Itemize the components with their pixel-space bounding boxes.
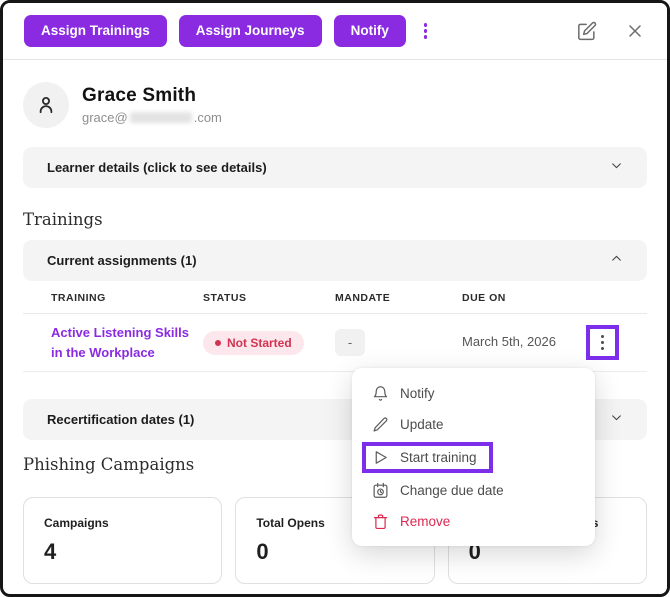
card-label: Campaigns (44, 516, 201, 530)
toolbar: Assign Trainings Assign Journeys Notify (3, 3, 667, 60)
menu-item-notify[interactable]: Notify (352, 378, 595, 409)
table-row: Active Listening Skills in the Workplace… (23, 314, 647, 372)
edit-icon[interactable] (576, 20, 598, 42)
email-redaction (130, 112, 192, 123)
status-cell: Not Started (203, 331, 335, 355)
column-header-mandate: MANDATE (335, 292, 462, 304)
column-header-status: STATUS (203, 292, 335, 304)
column-header-due-on: DUE ON (462, 292, 557, 304)
chevron-down-icon (610, 159, 623, 177)
actions-cell (557, 325, 647, 360)
current-assignments-label: Current assignments (1) (47, 253, 197, 268)
recertification-dates-label: Recertification dates (1) (47, 412, 194, 427)
learner-email: grace@.com (82, 110, 222, 125)
play-icon (372, 449, 389, 466)
chevron-down-icon (610, 411, 623, 429)
assign-journeys-button[interactable]: Assign Journeys (179, 15, 322, 47)
menu-item-update[interactable]: Update (352, 409, 595, 440)
campaigns-card: Campaigns 4 (23, 497, 222, 584)
menu-item-change-due-date[interactable]: Change due date (352, 475, 595, 506)
mandate-chip: - (335, 329, 365, 356)
current-assignments-section: Current assignments (1) TRAINING STATUS … (23, 240, 647, 372)
due-on-cell: March 5th, 2026 (462, 333, 557, 352)
kebab-highlight-annotation-box (586, 325, 619, 360)
training-cell: Active Listening Skills in the Workplace (23, 323, 203, 362)
mandate-cell: - (335, 329, 462, 356)
trash-icon (372, 513, 389, 530)
due-date: March 5th, 2026 (462, 334, 556, 349)
assignments-table-header: TRAINING STATUS MANDATE DUE ON (23, 281, 647, 314)
learner-profile-header: Grace Smith grace@.com (23, 82, 647, 128)
training-link[interactable]: Active Listening Skills in the Workplace (51, 325, 189, 360)
menu-item-start-training[interactable]: Start training (400, 450, 477, 465)
card-value: 4 (44, 539, 201, 565)
learner-details-toggle[interactable]: Learner details (click to see details) (23, 147, 647, 188)
status-dot-icon (215, 340, 221, 346)
calendar-clock-icon (372, 482, 389, 499)
learner-profile-modal: Assign Trainings Assign Journeys Notify … (0, 0, 670, 597)
trainings-heading: Trainings (23, 210, 647, 229)
avatar (23, 82, 69, 128)
start-training-highlight-annotation-box: Start training (362, 442, 493, 473)
row-kebab-menu-icon[interactable] (599, 333, 606, 352)
chevron-up-icon (610, 252, 623, 270)
bell-icon (372, 385, 389, 402)
pencil-icon (372, 416, 389, 433)
learner-name: Grace Smith (82, 85, 222, 107)
row-context-menu: Notify Update Start training Change due … (352, 368, 595, 546)
column-header-training: TRAINING (23, 292, 203, 304)
assign-trainings-button[interactable]: Assign Trainings (24, 15, 167, 47)
current-assignments-toggle[interactable]: Current assignments (1) (23, 240, 647, 281)
status-badge: Not Started (203, 331, 304, 355)
notify-button[interactable]: Notify (334, 15, 406, 47)
close-icon[interactable] (624, 20, 646, 42)
toolbar-overflow-kebab-menu-icon[interactable] (418, 19, 434, 43)
menu-item-remove[interactable]: Remove (352, 506, 595, 537)
learner-details-label: Learner details (click to see details) (47, 160, 267, 175)
